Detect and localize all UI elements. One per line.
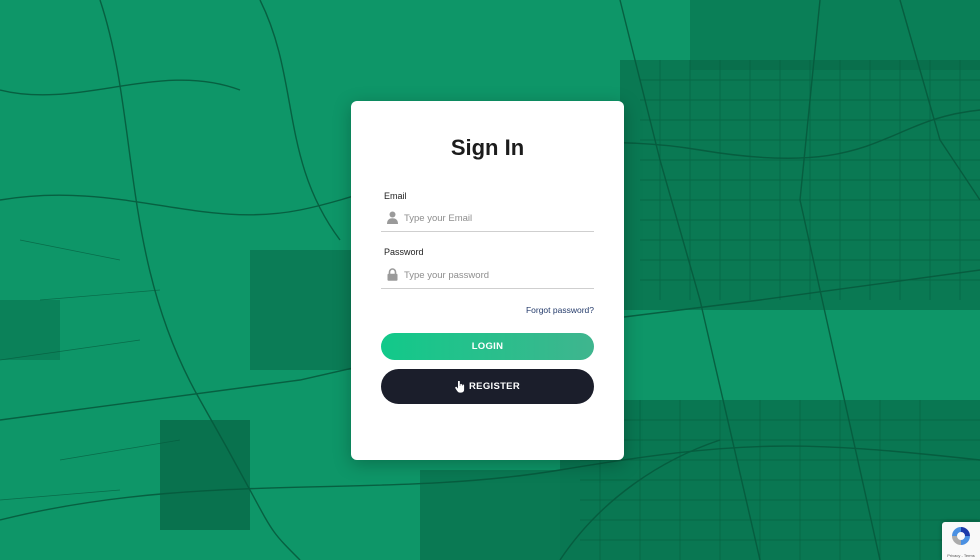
email-field-wrapper xyxy=(381,207,594,232)
page-title: Sign In xyxy=(450,135,525,160)
sign-in-card: Sign In Email Password Forgot password? … xyxy=(351,101,624,460)
login-button-label: LOGIN xyxy=(471,341,504,352)
forgot-password-link[interactable]: Forgot password? xyxy=(526,305,594,315)
recaptcha-icon xyxy=(952,527,970,545)
register-button[interactable]: REGISTER xyxy=(381,369,594,404)
lock-icon xyxy=(387,268,398,281)
password-input[interactable] xyxy=(404,266,589,284)
recaptcha-footer: Privacy - Terms xyxy=(947,553,975,558)
password-label: Password xyxy=(384,247,424,257)
login-button[interactable]: LOGIN xyxy=(381,333,594,360)
page: Sign In Email Password Forgot password? … xyxy=(0,0,980,560)
email-input[interactable] xyxy=(404,209,589,227)
email-label: Email xyxy=(384,191,407,201)
register-button-label: REGISTER xyxy=(469,381,520,392)
recaptcha-badge[interactable]: Privacy - Terms xyxy=(942,522,980,560)
pointer-hand-icon xyxy=(455,380,465,393)
user-icon xyxy=(387,211,398,224)
password-field-wrapper xyxy=(381,264,594,289)
